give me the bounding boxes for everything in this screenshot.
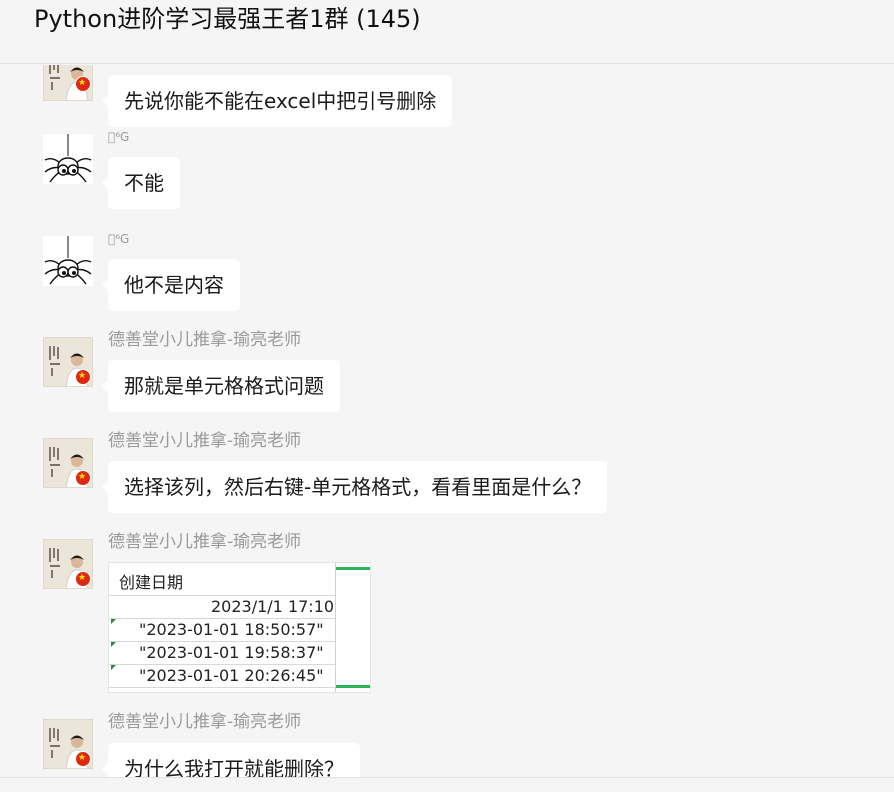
sender-name: 德善堂小儿推拿-瑜亮老师 — [108, 712, 302, 732]
sheet-cell: "2023-01-01 20:26:45" — [139, 666, 324, 685]
selection-indicator — [336, 685, 370, 688]
selection-indicator — [336, 567, 370, 570]
chat-header: Python进阶学习最强王者1群 (145) — [0, 0, 894, 64]
excel-screenshot-image[interactable]: 创建日期 2023/1/1 17:10 "2023-01-01 18:50:57… — [108, 562, 371, 693]
sender-name: 德善堂小儿推拿-瑜亮老师 — [108, 330, 302, 350]
sheet-cell: "2023-01-01 18:50:57" — [139, 620, 324, 639]
message-bubble[interactable]: 选择该列，然后右键-单元格格式，看看里面是什么？ — [101, 461, 608, 513]
china-flag-icon — [75, 571, 91, 587]
input-area-edge[interactable] — [0, 777, 894, 792]
sheet-row-divider — [109, 687, 335, 688]
message-item: 德善堂小儿推拿-瑜亮老师 为什么我打开就能删除？ — [0, 710, 894, 777]
message-bubble[interactable]: 先说你能不能在excel中把引号删除 — [101, 75, 453, 127]
group-title: Python进阶学习最强王者1群 (145) — [34, 5, 421, 33]
china-flag-icon — [75, 369, 91, 385]
sheet-cell: 2023/1/1 17:10 — [211, 597, 335, 616]
sheet-column-divider — [335, 563, 336, 692]
spider-icon — [43, 236, 93, 286]
sender-name: 德善堂小儿推拿-瑜亮老师 — [108, 532, 302, 552]
sheet-header-cell: 创建日期 — [119, 573, 184, 592]
message-item: 德善堂小儿推拿-瑜亮老师 那就是单元格格式问题 — [0, 328, 894, 423]
avatar[interactable] — [43, 236, 93, 286]
china-flag-icon — [75, 76, 91, 92]
text-format-marker — [111, 619, 116, 624]
text-format-marker — [111, 642, 116, 647]
sender-name: ⁶G — [108, 232, 129, 246]
spider-icon — [43, 134, 93, 184]
message-item: ⁶G 不能 — [0, 127, 894, 222]
china-flag-icon — [75, 470, 91, 486]
message-list[interactable]: 先说你能不能在excel中把引号删除 ⁶G — [0, 65, 894, 777]
message-bubble[interactable]: 那就是单元格格式问题 — [102, 360, 340, 412]
message-bubble[interactable]: 他不是内容 — [102, 259, 240, 311]
message-bubble[interactable]: 不能 — [102, 157, 180, 209]
message-item: 德善堂小儿推拿-瑜亮老师 创建日期 2023/1/1 17:10 — [0, 530, 894, 700]
sender-name: 德善堂小儿推拿-瑜亮老师 — [108, 431, 302, 451]
sheet-cell: "2023-01-01 19:58:37" — [139, 643, 324, 662]
sender-name: ⁶G — [108, 130, 129, 144]
avatar[interactable] — [43, 134, 93, 184]
message-item: 德善堂小儿推拿-瑜亮老师 选择该列，然后右键-单元格格式，看看里面是什么？ — [0, 429, 894, 524]
message-bubble[interactable]: 为什么我打开就能删除？ — [102, 743, 360, 777]
message-item: 先说你能不能在excel中把引号删除 — [0, 65, 894, 127]
text-format-marker — [111, 665, 116, 670]
china-flag-icon — [75, 751, 91, 767]
message-item: ⁶G 他不是内容 — [0, 229, 894, 324]
